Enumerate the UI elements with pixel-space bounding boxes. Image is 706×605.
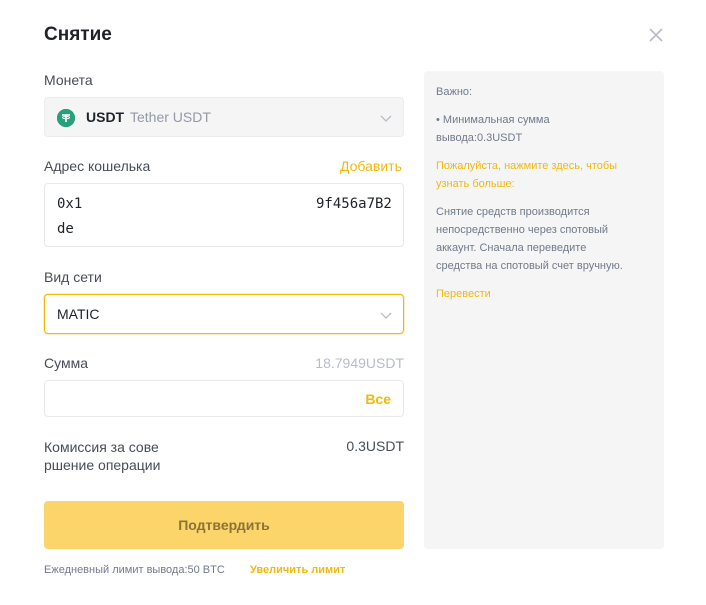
add-address-link[interactable]: Добавить bbox=[340, 158, 402, 174]
dialog-title: Снятие bbox=[44, 24, 112, 45]
learn-more-link-line1[interactable]: Пожалуйста, нажмите здесь, чтобы bbox=[436, 157, 658, 175]
network-select[interactable]: MATIC bbox=[44, 294, 404, 334]
fee-label: Комиссия за сове ршение операции bbox=[44, 438, 174, 474]
min-amount-line1: • Минимальная сумма bbox=[436, 114, 550, 126]
amount-label: Сумма bbox=[44, 355, 88, 371]
available-balance: 18.7949USDT bbox=[315, 355, 404, 371]
address-text-end: 9f456a7B2 bbox=[316, 196, 392, 212]
amount-field[interactable]: Все bbox=[44, 380, 404, 417]
fee-label-line2: ршение операции bbox=[44, 457, 161, 473]
increase-limit-link[interactable]: Увеличить лимит bbox=[250, 564, 345, 576]
info-desc-line1: Снятие средств производится bbox=[436, 206, 590, 218]
address-label: Адрес кошелька bbox=[44, 158, 151, 174]
daily-limit-text: Ежедневный лимит вывода:50 BTC bbox=[44, 564, 225, 576]
address-text-line2: de bbox=[57, 221, 74, 237]
info-desc-line3: аккаунт. Сначала переведите bbox=[436, 242, 587, 254]
close-icon[interactable] bbox=[646, 25, 666, 45]
info-panel: Важно: • Минимальная сумма вывода:0.3USD… bbox=[424, 71, 664, 549]
coin-name: Tether USDT bbox=[130, 109, 211, 125]
withdraw-all-button[interactable]: Все bbox=[365, 391, 391, 407]
address-text-start: 0x1 bbox=[57, 196, 83, 212]
coin-label: Монета bbox=[44, 72, 93, 88]
chevron-down-icon bbox=[379, 111, 393, 125]
confirm-button[interactable]: Подтвердить bbox=[44, 501, 404, 549]
network-label: Вид сети bbox=[44, 269, 102, 285]
coin-code: USDT bbox=[86, 109, 125, 125]
amount-input[interactable] bbox=[55, 389, 345, 409]
fee-value: 0.3USDT bbox=[346, 438, 404, 454]
fee-label-line1: Комиссия за сове bbox=[44, 439, 159, 455]
chevron-down-icon bbox=[379, 308, 393, 322]
min-amount-line2: вывода:0.3USDT bbox=[436, 132, 523, 144]
info-desc-line4: средства на спотовый счет вручную. bbox=[436, 260, 623, 272]
learn-more-link-line2[interactable]: узнать больше: bbox=[436, 175, 658, 193]
tether-icon bbox=[57, 109, 75, 127]
info-heading: Важно: bbox=[436, 86, 473, 98]
info-desc-line2: непосредственно через спотовый bbox=[436, 224, 609, 236]
address-input[interactable]: 0x1 9f456a7B2 de bbox=[44, 183, 404, 247]
network-value: MATIC bbox=[57, 306, 100, 322]
coin-select[interactable]: USDT Tether USDT bbox=[44, 97, 404, 137]
transfer-link[interactable]: Перевести bbox=[436, 285, 658, 303]
